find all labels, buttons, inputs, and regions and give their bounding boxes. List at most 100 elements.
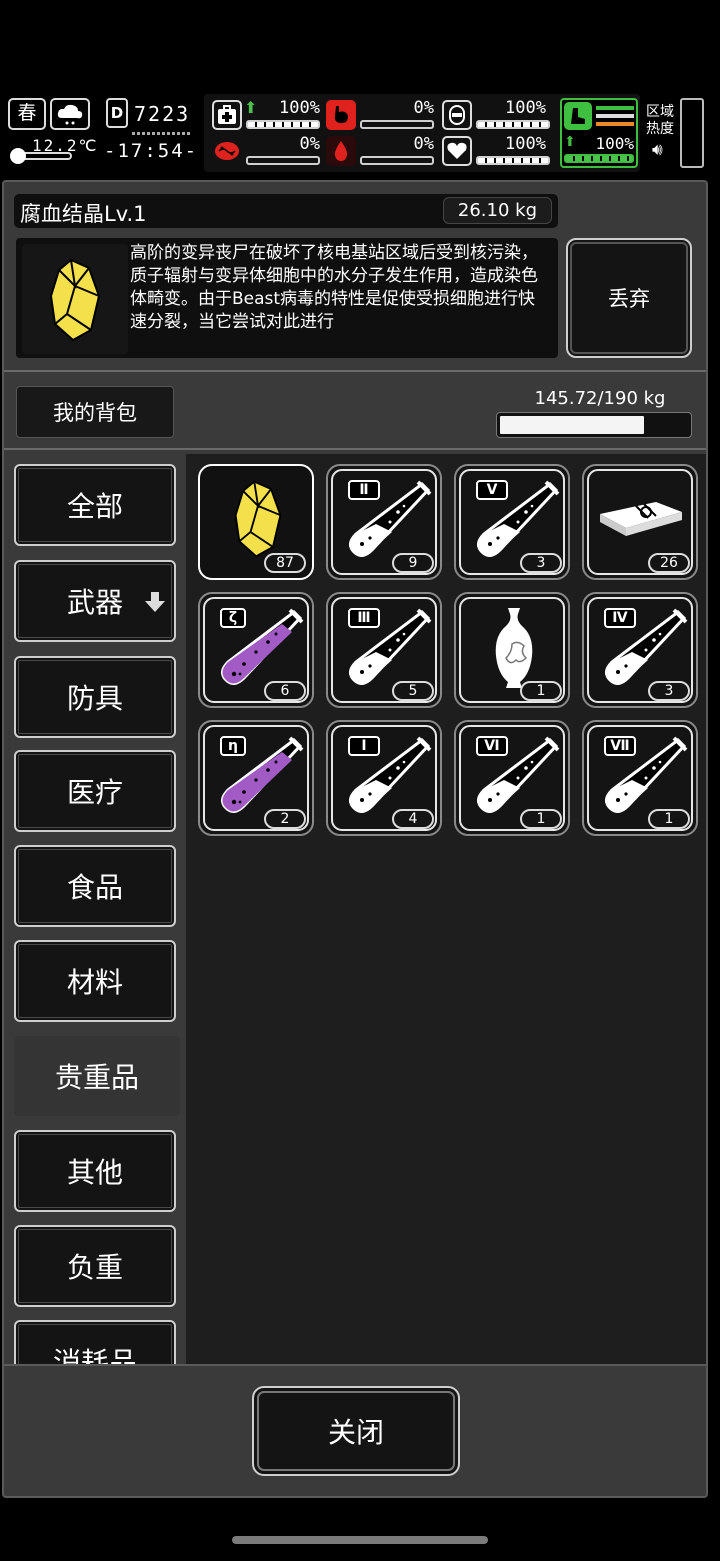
item-slot-serum-5[interactable]: Ⅴ 3: [454, 464, 570, 580]
category-weapons-label: 武器: [66, 586, 123, 619]
category-valuables[interactable]: 贵重品: [12, 1034, 182, 1118]
zone-heat-label: 区域热度: [646, 104, 674, 137]
bag-capacity-bar: [496, 412, 692, 438]
hunger-value: 0%: [413, 98, 434, 118]
home-indicator[interactable]: [232, 1536, 488, 1544]
zone-heat-meter: [680, 98, 704, 168]
infection-value: 0%: [299, 134, 320, 154]
mood-value: 100%: [505, 134, 546, 154]
item-count: 1: [520, 681, 562, 701]
status-hud: 春 12.2℃ D 7223 -17:54- ⬆ 100% 0% 100% 0%…: [4, 94, 716, 172]
medkit-icon: [212, 100, 242, 130]
serum-tag: η: [220, 736, 246, 756]
item-count: 3: [520, 553, 562, 573]
item-slot-serum-1[interactable]: Ⅰ 4: [326, 720, 442, 836]
health-bar: [246, 120, 320, 129]
item-slot-serum-zeta[interactable]: ζ 6: [198, 592, 314, 708]
discard-button[interactable]: 丢弃: [566, 238, 692, 358]
item-description-box: 高阶的变异丧尸在破坏了核电基站区域后受到核污染，质子辐射与变异体细胞中的水分子发…: [16, 238, 558, 358]
heart-icon: [442, 136, 472, 166]
category-consumables[interactable]: 消耗品: [14, 1320, 176, 1364]
item-count: 9: [392, 553, 434, 573]
arrow-down-icon: [145, 592, 165, 612]
footer-divider: [4, 1364, 706, 1366]
item-slot-cash[interactable]: 26: [582, 464, 698, 580]
serum-tag: Ⅱ: [348, 480, 380, 500]
item-detail-section: 腐血结晶Lv.1 26.10 kg 高阶的变异丧尸在破坏了核电基站区域后受到核污…: [4, 182, 706, 372]
item-slot-serum-4[interactable]: Ⅳ 3: [582, 592, 698, 708]
item-slot-vase[interactable]: 1: [454, 592, 570, 708]
item-count: 5: [392, 681, 434, 701]
item-count: 6: [264, 681, 306, 701]
day-time-panel: D 7223 -17:54-: [102, 96, 206, 170]
my-bag-label: 我的背包: [16, 386, 174, 438]
blood-drop-icon: [326, 136, 356, 166]
mood-bar: [476, 156, 550, 165]
item-grid: 87 Ⅱ 9 Ⅴ 3 26 ζ 6 Ⅲ 5 1 Ⅳ 3 η 2 Ⅰ 4 Ⅵ 1 …: [186, 454, 706, 1364]
category-load[interactable]: 负重: [14, 1225, 176, 1307]
item-description: 高阶的变异丧尸在破坏了核电基站区域后受到核污染，质子辐射与变异体细胞中的水分子发…: [130, 243, 538, 332]
item-count: 1: [648, 809, 690, 829]
boot-icon: [564, 102, 592, 130]
item-count: 3: [648, 681, 690, 701]
item-slot-crystal[interactable]: 87: [198, 464, 314, 580]
item-count: 26: [648, 553, 690, 573]
hunger-bar: [360, 120, 434, 129]
item-count: 1: [520, 809, 562, 829]
stamina-bar: [564, 154, 634, 163]
season-badge: 春: [8, 98, 46, 130]
cloud-icon: [50, 98, 90, 130]
serum-tag: Ⅶ: [604, 736, 636, 756]
serum-tag: Ⅴ: [476, 480, 508, 500]
serum-tag: Ⅲ: [348, 608, 380, 628]
speaker-icon[interactable]: 🔊︎: [652, 140, 663, 160]
bag-capacity-text: 145.72/190 kg: [534, 388, 666, 409]
item-title-bar: 腐血结晶Lv.1 26.10 kg: [14, 194, 558, 228]
brain-virus-icon: [212, 136, 242, 166]
item-count: 2: [264, 809, 306, 829]
category-other[interactable]: 其他: [14, 1130, 176, 1212]
item-slot-serum-2[interactable]: Ⅱ 9: [326, 464, 442, 580]
item-slot-serum-6[interactable]: Ⅵ 1: [454, 720, 570, 836]
bleeding-bar: [360, 156, 434, 165]
category-food[interactable]: 食品: [14, 845, 176, 927]
close-button[interactable]: 关闭: [252, 1386, 460, 1476]
stamina-value: 100%: [595, 134, 634, 153]
item-slot-serum-3[interactable]: Ⅲ 5: [326, 592, 442, 708]
crystal-icon: [234, 480, 282, 558]
crystal-icon: [22, 244, 128, 354]
temperature-value: 12.2℃: [32, 136, 99, 155]
serum-tag: Ⅳ: [604, 608, 636, 628]
category-armor[interactable]: 防具: [14, 656, 176, 738]
clock-time: -17:54-: [104, 140, 199, 162]
stomach-icon: [326, 100, 356, 130]
stats-panel: ⬆ 100% 0% 100% 0% 0% 100% ⬆ 100%: [204, 94, 640, 172]
item-weight: 26.10 kg: [442, 197, 552, 224]
inventory-panel: 腐血结晶Lv.1 26.10 kg 高阶的变异丧尸在破坏了核电基站区域后受到核污…: [2, 180, 708, 1498]
vase-icon: [495, 608, 533, 688]
serum-tag: Ⅰ: [348, 736, 380, 756]
sanity-bar: [476, 120, 550, 129]
serum-tag: Ⅵ: [476, 736, 508, 756]
weather-panel[interactable]: 春 12.2℃: [6, 96, 97, 170]
category-all[interactable]: 全部: [14, 464, 176, 546]
head-icon: [442, 100, 472, 130]
day-counter: 7223: [134, 102, 191, 126]
health-value: 100%: [279, 98, 320, 118]
bag-header: 我的背包 145.72/190 kg: [4, 374, 706, 450]
cash-bundle-icon: [600, 502, 682, 536]
stamina-panel: ⬆ 100%: [560, 98, 638, 168]
category-sidebar[interactable]: 全部 武器 防具 医疗 食品 材料 贵重品 其他 负重 消耗品: [8, 454, 186, 1364]
serum-tag: ζ: [220, 608, 246, 628]
item-count: 87: [264, 553, 306, 573]
item-title: 腐血结晶Lv.1: [20, 202, 147, 226]
category-medical[interactable]: 医疗: [14, 750, 176, 832]
item-slot-serum-7[interactable]: Ⅶ 1: [582, 720, 698, 836]
category-materials[interactable]: 材料: [14, 940, 176, 1022]
item-slot-serum-eta[interactable]: η 2: [198, 720, 314, 836]
item-count: 4: [392, 809, 434, 829]
sanity-value: 100%: [505, 98, 546, 118]
day-icon: D: [106, 98, 128, 128]
infection-bar: [246, 156, 320, 165]
category-weapons[interactable]: 武器: [14, 560, 176, 642]
